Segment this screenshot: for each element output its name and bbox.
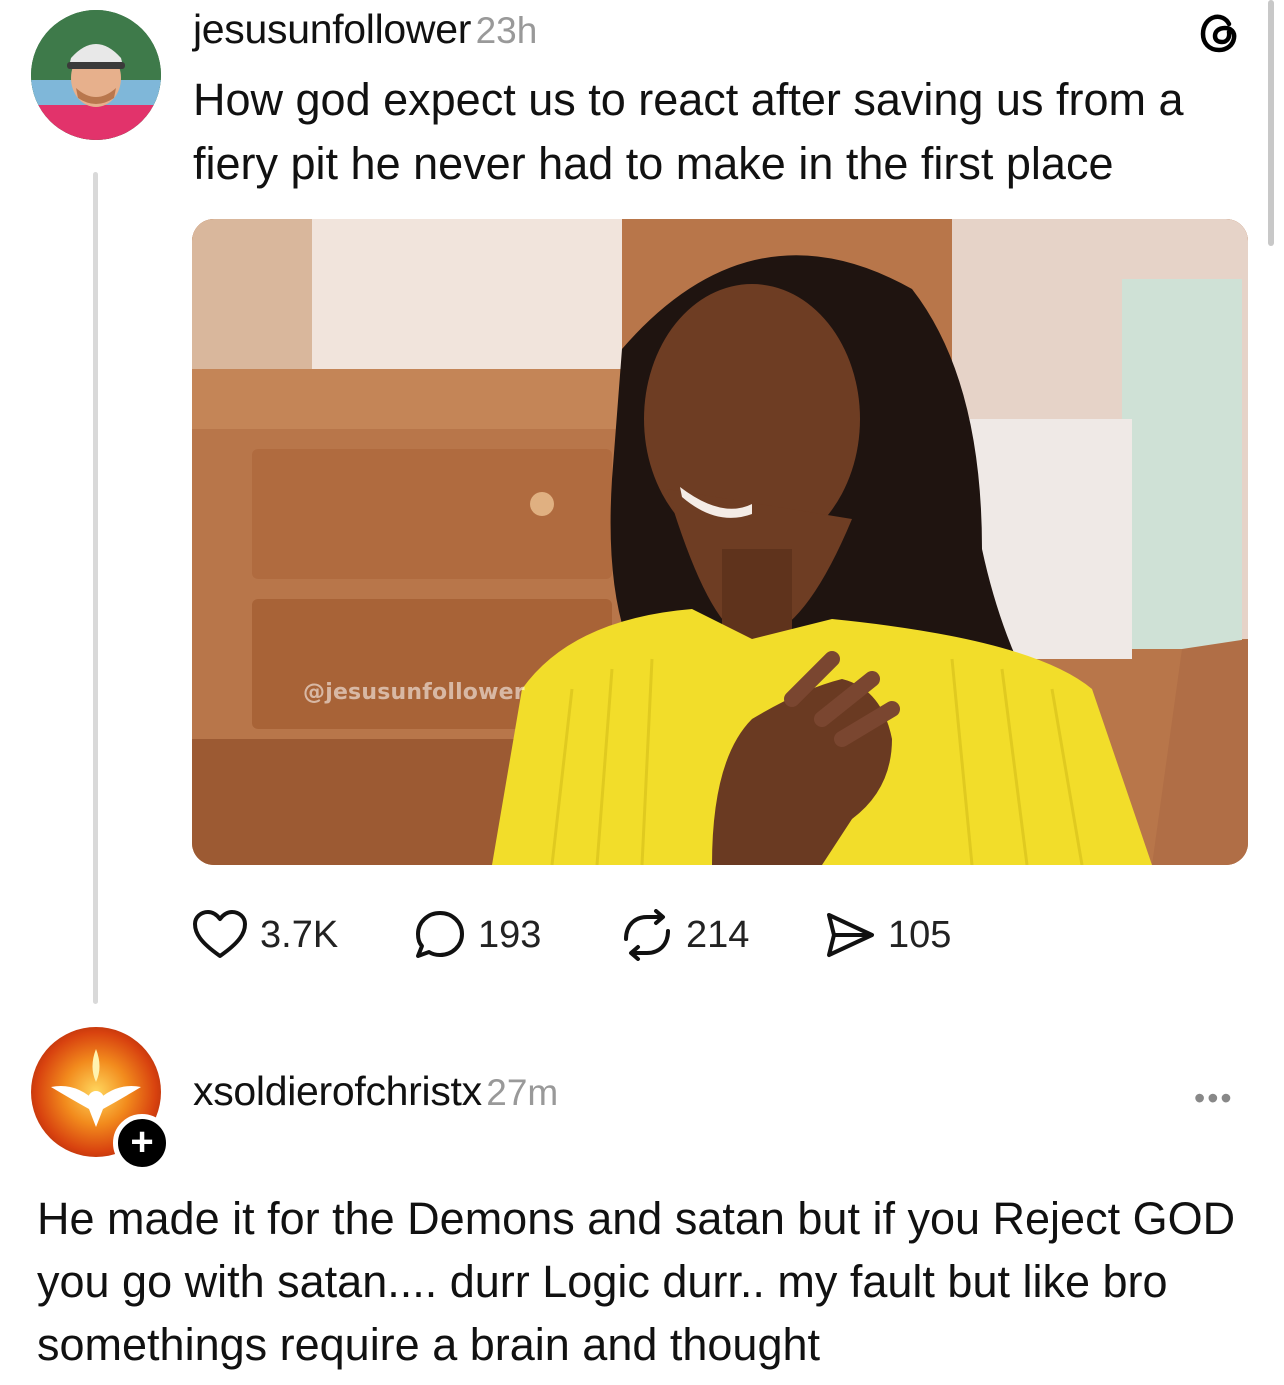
reply-count: 193 [478,913,542,956]
thread-connector-line [93,172,98,1004]
post-image[interactable] [192,219,1248,865]
avatar-photo [31,10,161,140]
post-text: How god expect us to react after saving … [193,74,1184,189]
post-header: jesusunfollower 23h [193,6,537,53]
repost-icon [624,909,670,961]
reply-header: xsoldierofchristx 27m [193,1068,558,1115]
send-icon [827,913,874,957]
like-count: 3.7K [260,913,339,956]
scrollbar[interactable] [1268,0,1274,246]
meme-photo [192,219,1248,865]
reply-timestamp: 27m [486,1072,559,1113]
image-watermark: @jesusunfollower [303,680,525,705]
more-options-icon[interactable]: ••• [1194,1080,1234,1117]
like-button[interactable]: 3.7K [192,905,338,965]
avatar-jesusunfollower[interactable] [31,10,161,140]
post-username[interactable]: jesusunfollower [193,6,471,52]
share-count: 105 [888,913,952,956]
repost-count: 214 [686,913,750,956]
reply-text: He made it for the Demons and satan but … [37,1193,1236,1370]
reply-button[interactable]: 193 [414,905,541,965]
comment-bubble-icon [416,911,464,958]
share-button[interactable]: 105 [824,905,951,965]
post-timestamp: 23h [475,10,538,51]
heart-icon [193,910,247,958]
reply-username[interactable]: xsoldierofchristx [193,1068,482,1114]
threads-logo-icon[interactable] [1196,8,1246,63]
follow-plus-button[interactable]: + [113,1114,171,1172]
repost-button[interactable]: 214 [620,905,749,965]
